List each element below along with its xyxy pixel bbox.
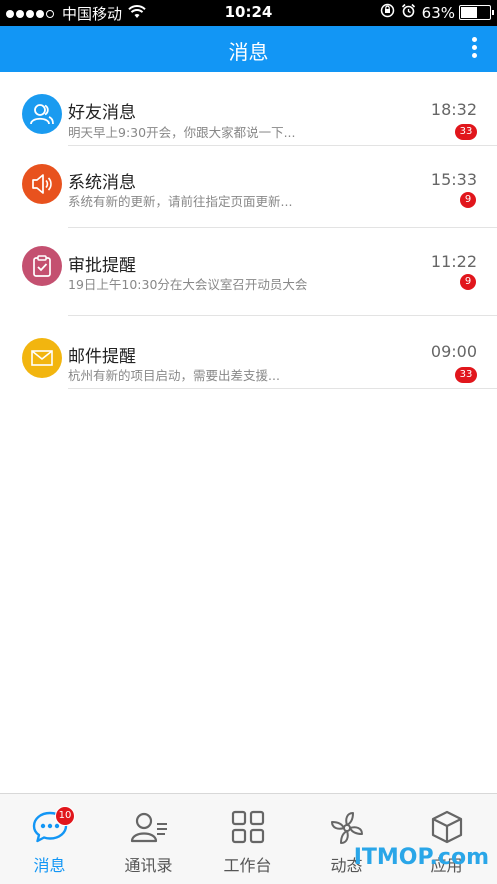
message-preview: 19日上午10:30分在大会议室召开动员大会 [68, 277, 308, 292]
tab-apps[interactable]: 应用 [396, 794, 497, 884]
message-item-mail[interactable]: 邮件提醒 杭州有新的项目启动，需要出差支援... 09:00 33 [0, 316, 497, 389]
battery-fill [461, 7, 477, 18]
unread-badge: 9 [460, 192, 476, 208]
message-title: 审批提醒 [68, 256, 136, 276]
grid-icon [198, 810, 297, 844]
tab-label: 工作台 [223, 856, 272, 875]
message-title: 邮件提醒 [68, 347, 136, 367]
divider [68, 388, 497, 389]
message-title: 系统消息 [68, 173, 136, 193]
more-icon-dot [471, 53, 477, 58]
chat-bubble-icon [0, 810, 99, 844]
message-preview: 杭州有新的项目启动，需要出差支援... [68, 368, 280, 383]
mail-icon [22, 338, 62, 378]
unread-badge: 33 [455, 367, 477, 383]
message-item-friends[interactable]: 好友消息 明天早上9:30开会，你跟大家都说一下... 18:32 33 [0, 72, 497, 146]
more-icon-dot [471, 45, 477, 50]
message-preview: 系统有新的更新，请前往指定页面更新... [68, 194, 293, 209]
unread-badge: 33 [455, 124, 477, 140]
tab-bar: 10 消息 通讯录 工作台 动态 应用 [0, 793, 497, 884]
cube-icon [396, 810, 497, 844]
message-item-approval[interactable]: 审批提醒 19日上午10:30分在大会议室召开动员大会 11:22 9 [0, 228, 497, 316]
tab-dynamics[interactable]: 动态 [297, 794, 396, 884]
battery-percent: 63% [421, 3, 455, 22]
status-right: 63% [380, 3, 494, 22]
more-icon-dot [471, 37, 477, 42]
contacts-icon [99, 810, 198, 844]
nav-bar: 消息 [0, 26, 497, 72]
orientation-lock-icon [380, 3, 395, 22]
unread-badge: 9 [460, 274, 476, 290]
clipboard-check-icon [22, 246, 62, 286]
pinwheel-icon [297, 810, 396, 844]
tab-contacts[interactable]: 通讯录 [99, 794, 198, 884]
tab-badge: 10 [55, 806, 75, 826]
tab-messages[interactable]: 10 消息 [0, 794, 99, 884]
watermark: ITMOP.com [353, 845, 489, 870]
message-preview: 明天早上9:30开会，你跟大家都说一下... [68, 125, 296, 140]
battery-icon [459, 5, 494, 20]
message-time: 09:00 [430, 342, 477, 361]
tab-label: 消息 [33, 856, 66, 875]
status-bar: 中国移动 10:24 63% [0, 0, 497, 26]
tab-label: 通讯录 [124, 856, 173, 875]
page-title: 消息 [228, 40, 269, 64]
message-title: 好友消息 [68, 103, 136, 123]
speaker-icon [22, 164, 62, 204]
message-time: 15:33 [430, 170, 477, 189]
more-options-button[interactable] [469, 37, 479, 61]
message-item-system[interactable]: 系统消息 系统有新的更新，请前往指定页面更新... 15:33 9 [0, 146, 497, 228]
tab-workbench[interactable]: 工作台 [198, 794, 297, 884]
friends-icon [22, 94, 62, 134]
alarm-icon [401, 3, 416, 22]
message-time: 18:32 [430, 100, 477, 119]
message-time: 11:22 [430, 252, 477, 271]
